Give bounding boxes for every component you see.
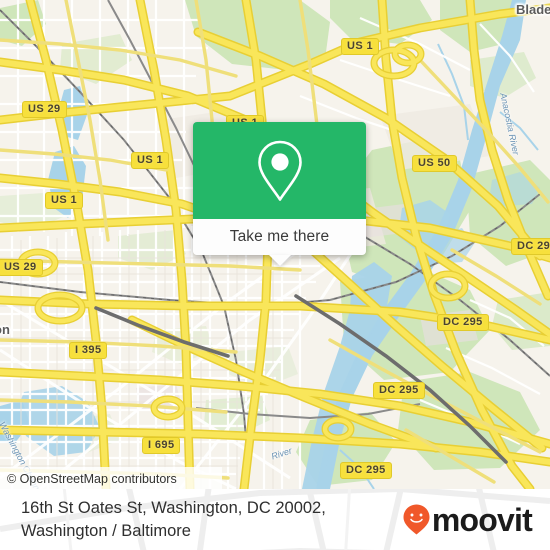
take-me-there-button[interactable]: Take me there xyxy=(193,219,366,266)
highway-shield: US 29 xyxy=(0,259,43,276)
footer-bar: 16th St Oates St, Washington, DC 20002, … xyxy=(0,489,550,550)
highway-shield: DC 295 xyxy=(340,462,392,479)
highway-shield: US 1 xyxy=(45,192,84,209)
place-label: Blade xyxy=(516,2,550,17)
address-block: 16th St Oates St, Washington, DC 20002, … xyxy=(21,497,403,543)
highway-shield: US 1 xyxy=(131,152,170,169)
take-me-there-label: Take me there xyxy=(229,228,330,245)
moovit-wordmark: moovit xyxy=(431,501,533,538)
map-canvas[interactable]: Blade on Anacostia River River Washingto… xyxy=(0,0,550,489)
place-label: on xyxy=(0,322,10,337)
highway-shield: I 695 xyxy=(142,437,181,454)
highway-shield: I 395 xyxy=(69,342,108,359)
callout-tail xyxy=(268,255,291,266)
location-callout-card[interactable]: Take me there xyxy=(193,122,366,266)
map-pin-icon xyxy=(257,140,302,201)
moovit-logo[interactable]: moovit xyxy=(403,501,533,538)
highway-shield: US 29 xyxy=(22,101,67,118)
highway-shield: DC 295 xyxy=(437,314,489,331)
moovit-pin-smiley-icon xyxy=(403,504,430,535)
address-line-1: 16th St Oates St, Washington, DC 20002, xyxy=(21,498,326,517)
address-line-2: Washington / Baltimore xyxy=(21,521,191,540)
moovit-map-screen: Blade on Anacostia River River Washingto… xyxy=(0,0,550,550)
callout-icon-area xyxy=(193,122,366,219)
highway-shield: US 1 xyxy=(341,38,380,55)
highway-shield: DC 295 xyxy=(373,382,425,399)
highway-shield: US 50 xyxy=(412,155,457,172)
highway-shield: DC 295 xyxy=(511,238,550,255)
